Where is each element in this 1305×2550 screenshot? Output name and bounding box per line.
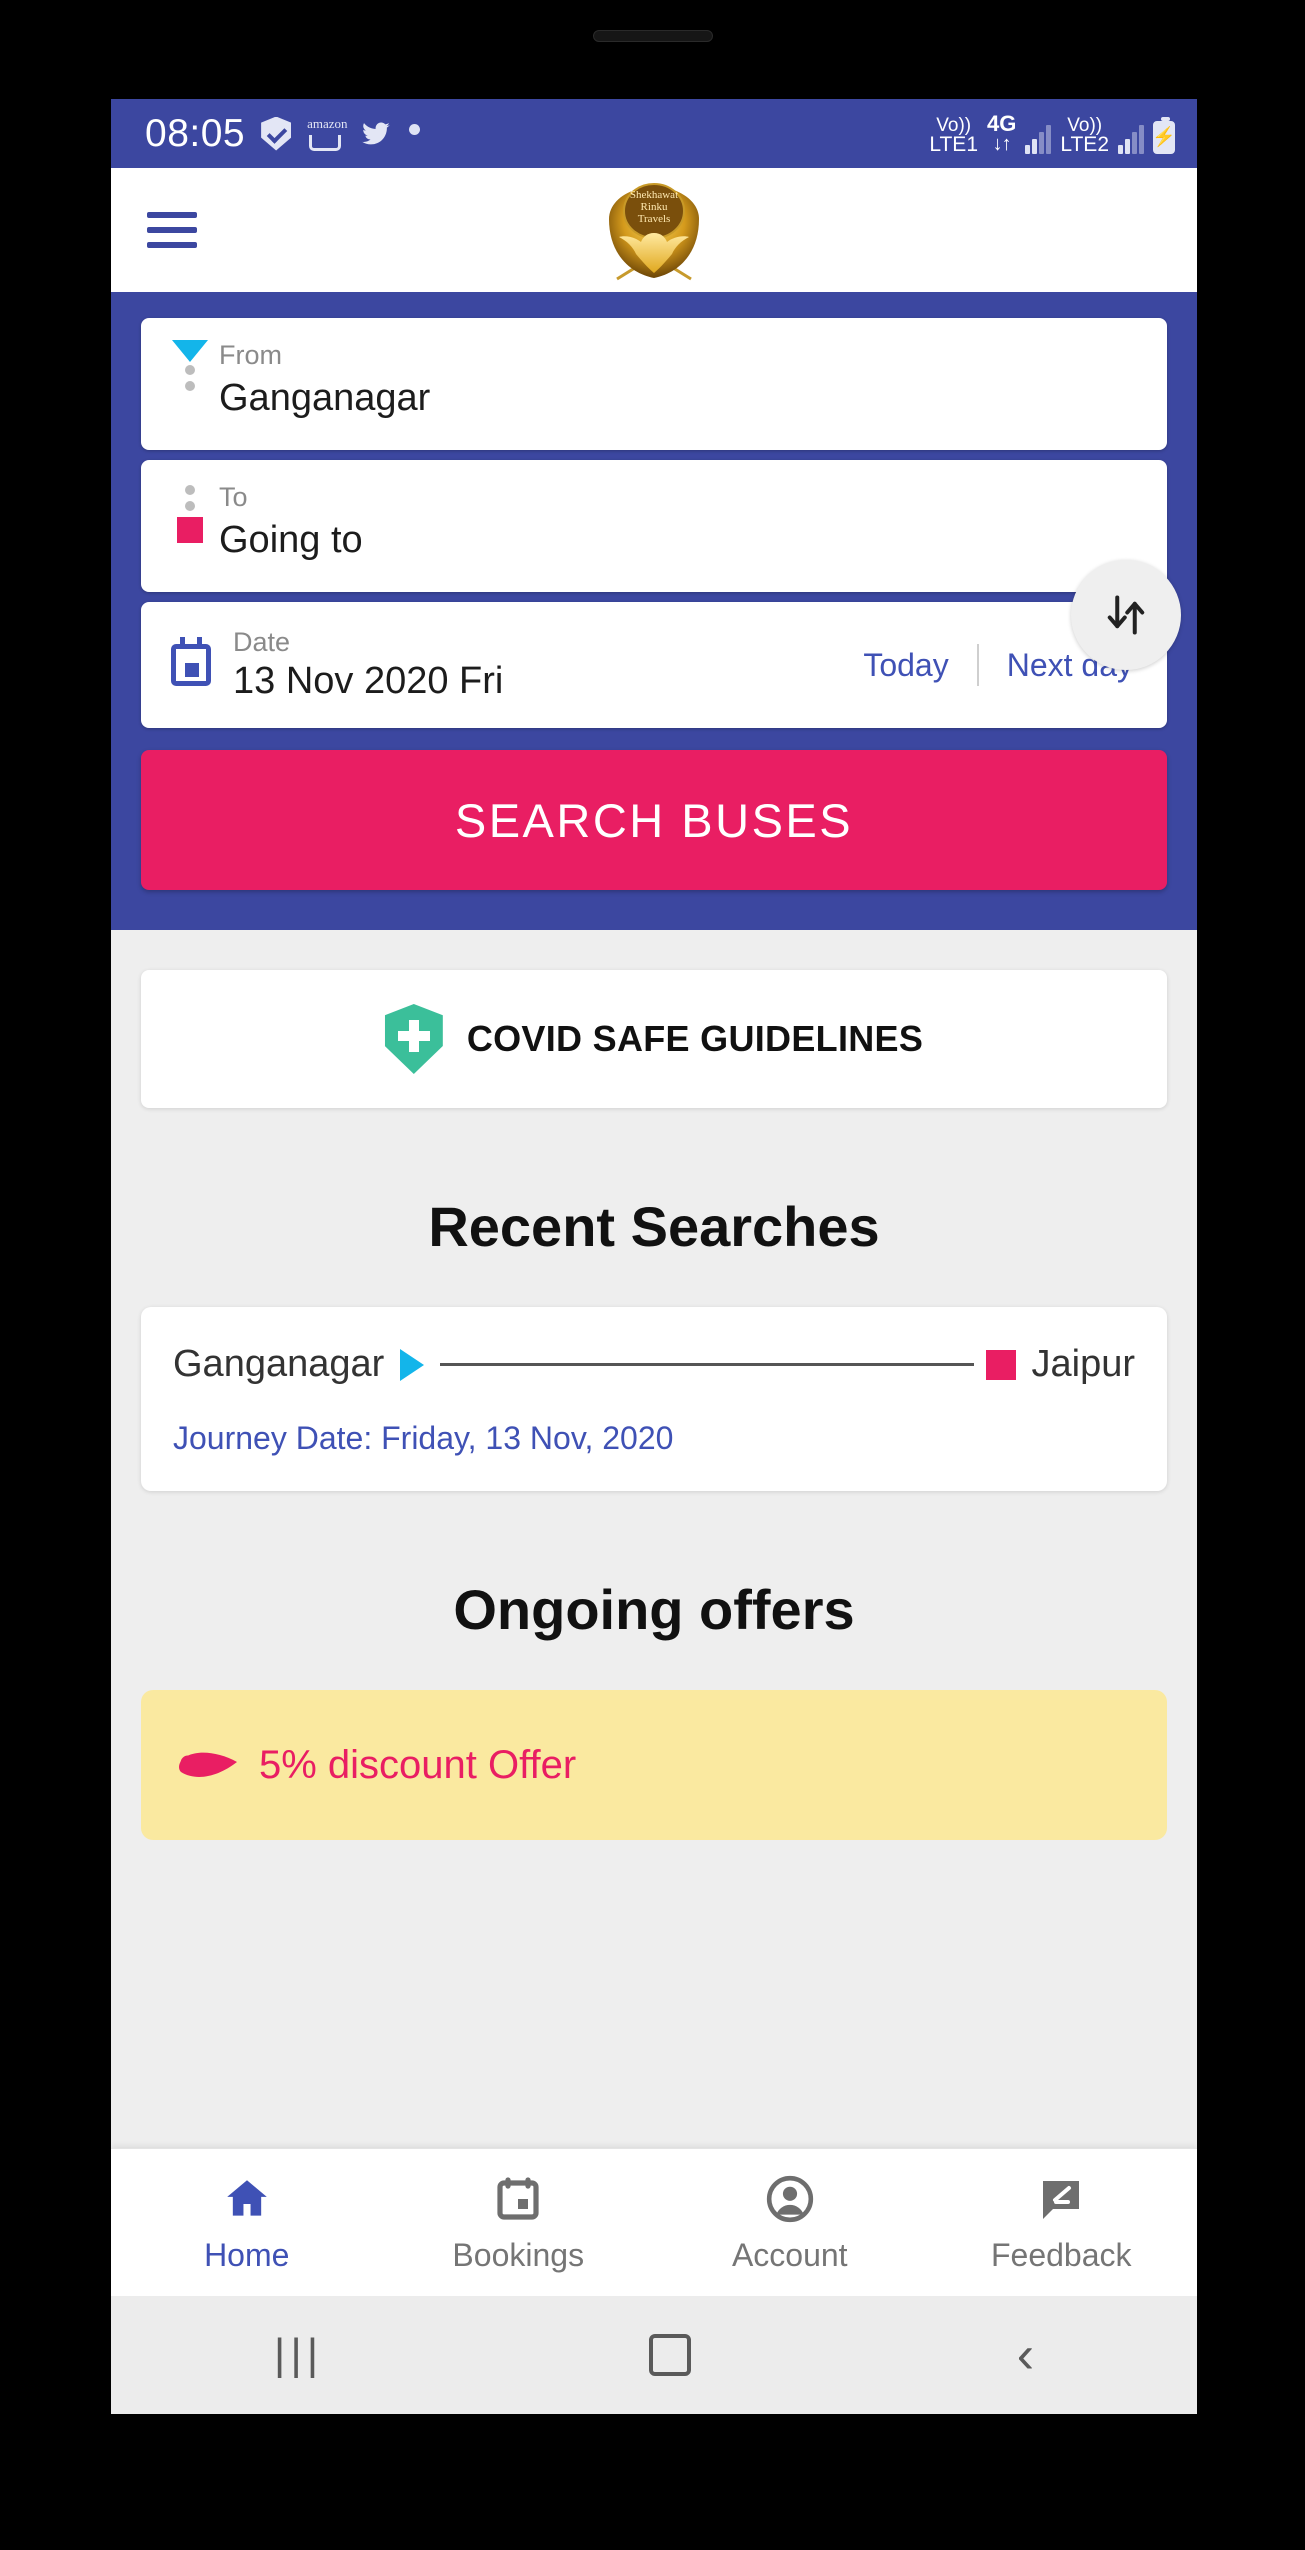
date-label: Date [233,627,291,657]
brand-logo: Shekhawat Rinku Travels [595,175,713,285]
route-line [440,1363,974,1366]
shield-check-icon [261,116,292,151]
search-buses-button[interactable]: SEARCH BUSES [141,750,1167,890]
system-home-button[interactable] [648,2334,691,2376]
ongoing-offers-title: Ongoing offers [453,1578,855,1641]
network-type-icon: 4G ↓↑ [987,110,1017,155]
hamburger-menu-icon[interactable] [147,203,197,257]
twitter-icon [359,119,393,149]
speaker-grille [592,30,713,42]
volte2-icon: Vo)) LTE2 [1060,114,1109,156]
nav-item-bookings[interactable]: Bookings [383,2149,655,2296]
nav-item-home[interactable]: Home [111,2149,383,2296]
from-field[interactable]: From Ganganagar [141,318,1167,450]
system-recents-button[interactable]: ||| [274,2330,323,2380]
nav-label-feedback: Feedback [990,2237,1132,2273]
search-panel: From Ganganagar To Going to Date 13 Nov … [111,292,1197,930]
to-label: To [219,482,248,512]
calendar-icon [494,2171,542,2227]
destination-marker-icon [985,1349,1016,1380]
journey-date: Journey Date: Friday, 13 Nov, 2020 [173,1420,674,1456]
home-icon [222,2171,272,2227]
covid-guidelines-card[interactable]: COVID SAFE GUIDELINES [141,970,1167,1108]
feedback-icon [1037,2171,1085,2227]
nav-label-home: Home [204,2237,290,2273]
from-value: Ganganagar [219,377,431,419]
volte1-icon: Vo)) LTE1 [929,114,978,156]
amazon-icon: amazon [307,117,348,151]
shield-plus-icon [384,1004,443,1074]
content-area: COVID SAFE GUIDELINES Recent Searches Ga… [111,970,1197,1840]
nav-item-feedback[interactable]: Feedback [926,2149,1198,2296]
route-row: Ganganagar Jaipur [173,1343,1135,1386]
offer-item[interactable]: 5% discount Offer [141,1690,1167,1840]
status-bar-right: Vo)) LTE1 4G ↓↑ Vo)) LTE2 ⚡ [929,110,1176,156]
status-bar-left: 08:05 amazon [145,111,421,156]
tag-icon [175,1742,239,1788]
date-value: 13 Nov 2020 Fri [233,660,504,702]
account-circle-icon [765,2171,815,2227]
status-time: 08:05 [145,111,246,155]
to-field[interactable]: To Going to [141,460,1167,592]
arrow-right-icon [400,1348,425,1381]
route-to-city: Jaipur [1031,1343,1136,1385]
recent-search-item[interactable]: Ganganagar Jaipur Journey Date: Friday, … [141,1307,1167,1491]
system-back-button[interactable]: ‹ [1017,2329,1034,2381]
system-navigation-bar: ||| ‹ [111,2296,1197,2414]
covid-guidelines-label: COVID SAFE GUIDELINES [466,1018,924,1059]
swap-cities-button[interactable] [1071,560,1181,670]
signal-bars-2-icon [1118,124,1144,154]
date-field[interactable]: Date 13 Nov 2020 Fri Today Next day [141,602,1167,728]
to-value: Going to [219,519,363,561]
from-marker-icon [171,340,211,397]
nav-label-bookings: Bookings [452,2237,585,2273]
phone-frame: 08:05 amazon Vo)) LTE1 4G ↓↑ Vo)) LTE2 ⚡… [0,0,1305,2550]
status-bar: 08:05 amazon Vo)) LTE1 4G ↓↑ Vo)) LTE2 ⚡ [111,99,1197,168]
nav-label-account: Account [731,2237,848,2273]
app-bar: Shekhawat Rinku Travels [111,168,1197,292]
to-marker-icon [171,482,211,543]
offer-text: 5% discount Offer [259,1742,577,1787]
route-from-city: Ganganagar [173,1343,385,1385]
today-button[interactable]: Today [863,647,948,684]
date-divider [976,644,979,686]
from-label: From [219,340,282,370]
date-texts: Date 13 Nov 2020 Fri [233,627,863,703]
nav-item-account[interactable]: Account [654,2149,926,2296]
bottom-navigation: Home Bookings Account Feedback [111,2148,1197,2296]
recent-searches-title: Recent Searches [428,1195,880,1258]
battery-charging-icon: ⚡ [1152,116,1176,154]
signal-bars-1-icon [1025,124,1052,154]
dot-icon [409,123,421,135]
swap-vertical-icon [1107,595,1145,635]
calendar-icon [171,637,211,686]
phone-screen: 08:05 amazon Vo)) LTE1 4G ↓↑ Vo)) LTE2 ⚡… [111,99,1197,2414]
